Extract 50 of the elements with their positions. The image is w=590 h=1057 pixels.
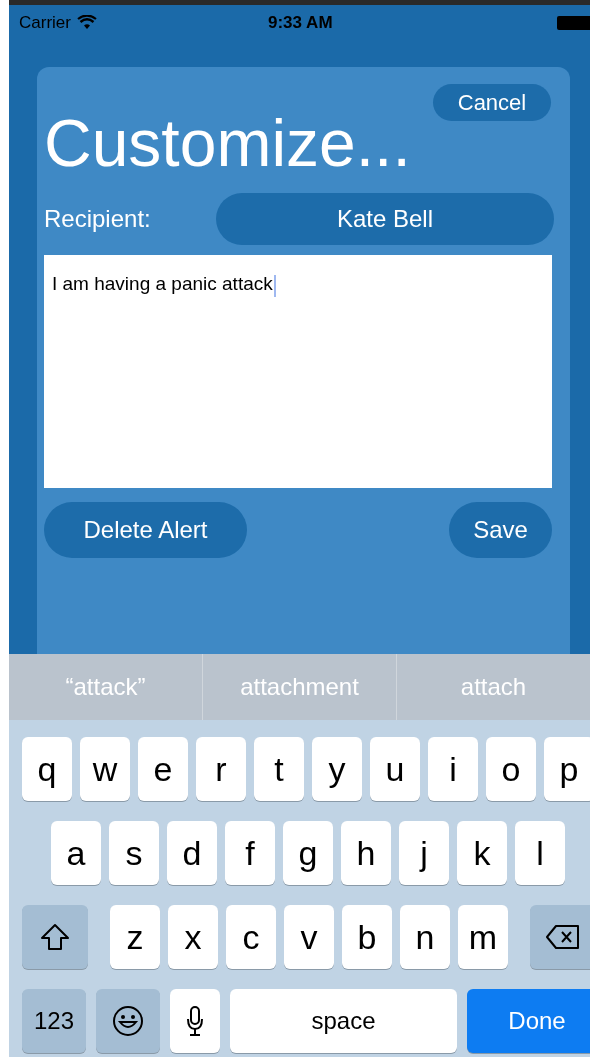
recipient-label: Recipient: — [44, 204, 152, 234]
recipient-button[interactable]: Kate Bell — [216, 193, 554, 245]
key[interactable]: p — [544, 737, 590, 801]
key[interactable]: d — [167, 821, 217, 885]
key[interactable]: s — [109, 821, 159, 885]
backspace-icon — [545, 924, 581, 950]
key[interactable]: c — [226, 905, 276, 969]
done-key[interactable]: Done — [467, 989, 590, 1053]
microphone-key[interactable] — [170, 989, 220, 1053]
key[interactable]: i — [428, 737, 478, 801]
key[interactable]: u — [370, 737, 420, 801]
message-field[interactable]: I am having a panic attack — [44, 255, 552, 488]
clock-time: 9:33 AM — [268, 11, 333, 34]
dialog-title: Customize... — [44, 107, 411, 179]
key[interactable]: y — [312, 737, 362, 801]
space-key[interactable]: space — [230, 989, 457, 1053]
shift-key[interactable] — [22, 905, 88, 969]
key[interactable]: a — [51, 821, 101, 885]
key[interactable]: n — [400, 905, 450, 969]
key[interactable]: x — [168, 905, 218, 969]
numbers-key[interactable]: 123 — [22, 989, 86, 1053]
wifi-icon — [76, 15, 97, 30]
key[interactable]: j — [399, 821, 449, 885]
key[interactable]: q — [22, 737, 72, 801]
emoji-key[interactable] — [96, 989, 160, 1053]
message-text: I am having a panic attack — [52, 273, 273, 294]
key[interactable]: v — [284, 905, 334, 969]
cancel-button[interactable]: Cancel — [433, 84, 551, 121]
microphone-icon — [186, 1006, 204, 1036]
battery-icon — [557, 15, 590, 30]
carrier-label: Carrier — [19, 11, 71, 34]
shift-icon — [40, 923, 70, 951]
key[interactable]: o — [486, 737, 536, 801]
key[interactable]: b — [342, 905, 392, 969]
text-cursor — [273, 274, 276, 297]
key[interactable]: g — [283, 821, 333, 885]
delete-alert-button[interactable]: Delete Alert — [44, 502, 247, 558]
key[interactable]: w — [80, 737, 130, 801]
save-button[interactable]: Save — [449, 502, 552, 558]
key[interactable]: h — [341, 821, 391, 885]
backspace-key[interactable] — [530, 905, 590, 969]
key[interactable]: t — [254, 737, 304, 801]
key[interactable]: e — [138, 737, 188, 801]
key[interactable]: m — [458, 905, 508, 969]
smiley-icon — [112, 1005, 144, 1037]
key[interactable]: f — [225, 821, 275, 885]
key[interactable]: l — [515, 821, 565, 885]
key[interactable]: z — [110, 905, 160, 969]
key[interactable]: k — [457, 821, 507, 885]
key[interactable]: r — [196, 737, 246, 801]
